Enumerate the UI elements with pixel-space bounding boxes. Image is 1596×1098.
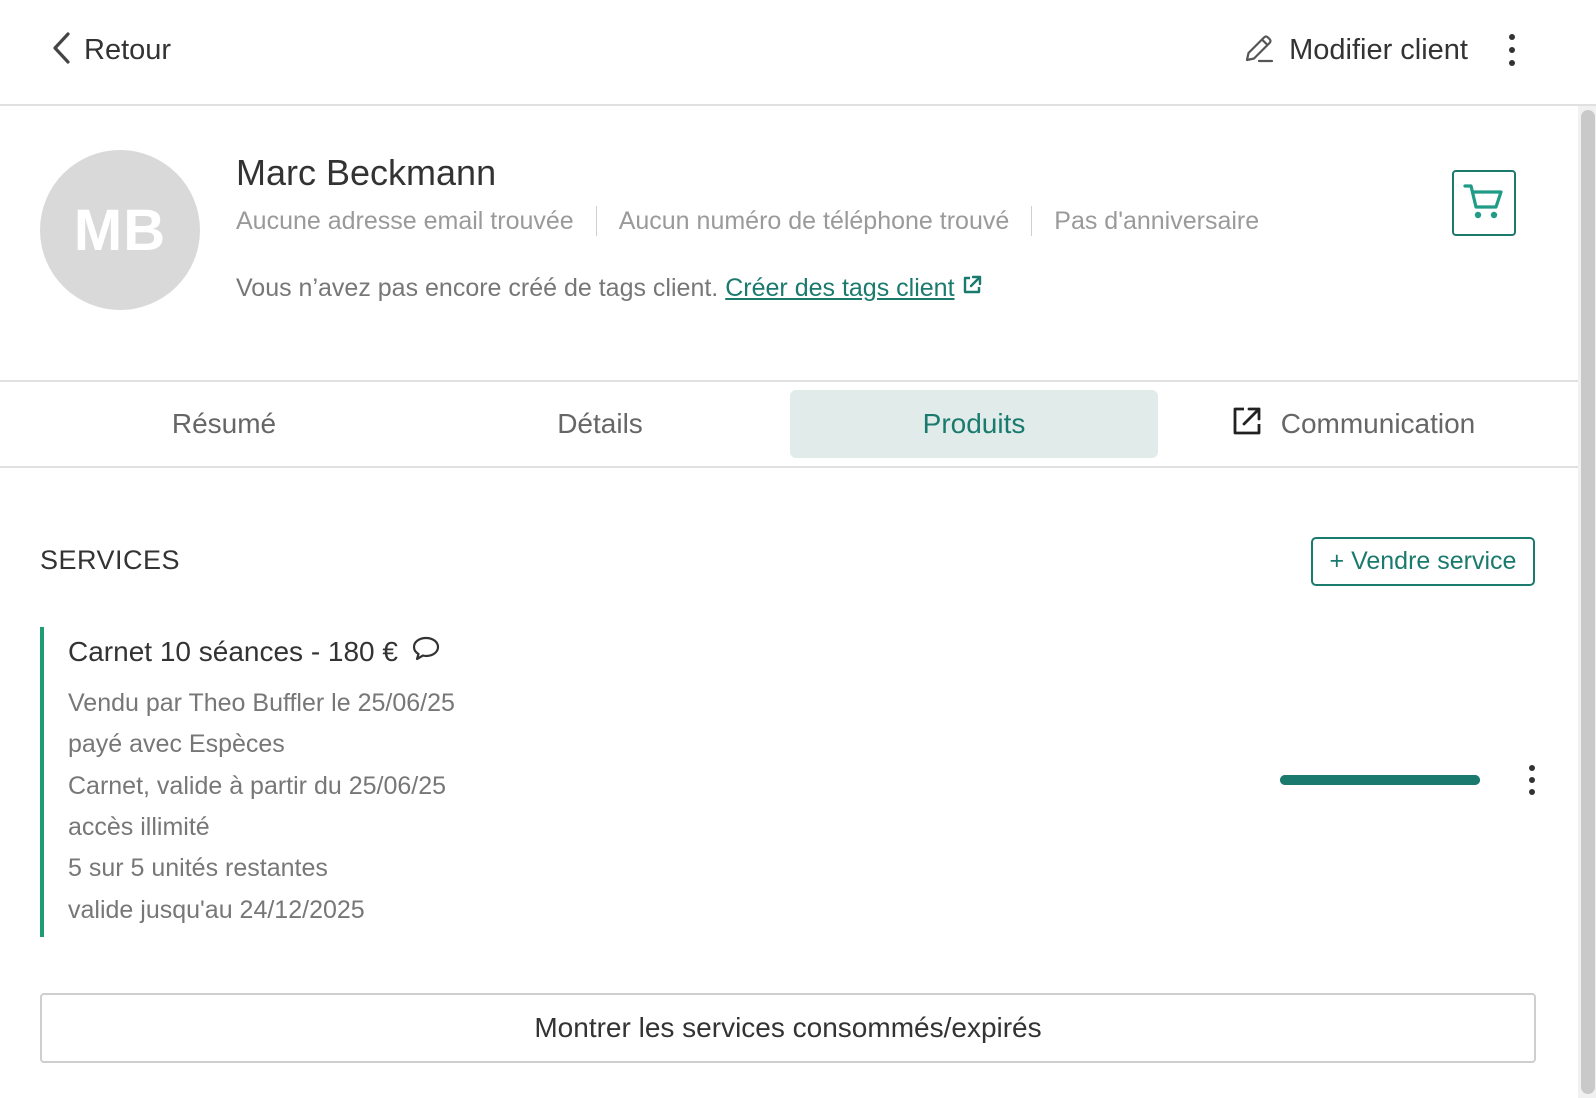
edit-client-button[interactable]: Modifier client — [1243, 28, 1468, 72]
tags-empty-text: Vous n’avez pas encore créé de tags clie… — [236, 274, 719, 302]
cart-icon — [1463, 181, 1505, 226]
external-link-icon — [961, 274, 983, 303]
client-phone: Aucun numéro de téléphone trouvé — [618, 206, 1010, 235]
divider — [1031, 206, 1033, 236]
create-tags-link[interactable]: Créer des tags client — [725, 274, 982, 303]
avatar-initials: MB — [73, 197, 167, 263]
avatar: MB — [40, 150, 200, 310]
tab-label: Résumé — [171, 408, 277, 439]
services-title: SERVICES — [40, 545, 181, 575]
service-card: Carnet 10 séances - 180 € Vendu par Theo… — [40, 627, 1536, 937]
service-validity-end: valide jusqu'au 24/12/2025 — [68, 896, 365, 924]
top-bar: Retour Modifier client — [0, 0, 1596, 106]
units-progress-bar — [1280, 775, 1480, 785]
client-birthday: Pas d'anniversaire — [1054, 206, 1260, 235]
comment-icon[interactable] — [412, 635, 440, 668]
show-expired-services-label: Montrer les services consommés/expirés — [534, 1012, 1042, 1043]
client-name: Marc Beckmann — [236, 152, 497, 193]
sell-service-button[interactable]: + Vendre service — [1311, 537, 1535, 586]
show-expired-services-button[interactable]: Montrer les services consommés/expirés — [40, 993, 1536, 1063]
service-title: Carnet 10 séances - 180 € — [68, 635, 440, 668]
service-units-remaining: 5 sur 5 unités restantes — [68, 854, 328, 882]
more-vertical-icon[interactable] — [1504, 34, 1520, 66]
service-validity-start: Carnet, valide à partir du 25/06/25 — [68, 772, 447, 800]
sell-service-label: + Vendre service — [1329, 547, 1517, 575]
chevron-left-icon — [50, 31, 72, 70]
service-more-icon[interactable] — [1524, 765, 1540, 795]
tab-label: Communication — [1280, 408, 1476, 439]
edit-client-label: Modifier client — [1289, 33, 1468, 66]
service-access: accès illimité — [68, 813, 210, 841]
service-payment: payé avec Espèces — [68, 730, 285, 758]
client-email: Aucune adresse email trouvée — [236, 206, 574, 235]
tab-bar: Résumé Détails Produits Communication — [0, 380, 1578, 468]
tab-communication[interactable]: Communication — [1158, 390, 1548, 458]
pencil-icon — [1243, 32, 1275, 69]
service-sold-by: Vendu par Theo Buffler le 25/06/25 — [68, 689, 455, 717]
create-tags-link-label: Créer des tags client — [725, 274, 955, 302]
service-title-text: Carnet 10 séances - 180 € — [68, 635, 398, 667]
cart-button[interactable] — [1452, 170, 1516, 236]
tab-label: Produits — [922, 408, 1026, 439]
back-button[interactable]: Retour — [50, 28, 171, 72]
tab-produits[interactable]: Produits — [790, 390, 1158, 458]
units-progress-fill — [1280, 775, 1480, 785]
scrollbar-thumb[interactable] — [1581, 110, 1595, 1094]
client-meta: Aucune adresse email trouvée Aucun numér… — [236, 206, 1259, 236]
divider — [595, 206, 597, 236]
tab-details[interactable]: Détails — [412, 390, 788, 458]
tab-label: Détails — [557, 408, 643, 439]
tab-resume[interactable]: Résumé — [36, 390, 412, 458]
client-tags: Vous n’avez pas encore créé de tags clie… — [236, 274, 983, 303]
back-label: Retour — [84, 33, 172, 66]
external-link-icon — [1231, 405, 1263, 444]
